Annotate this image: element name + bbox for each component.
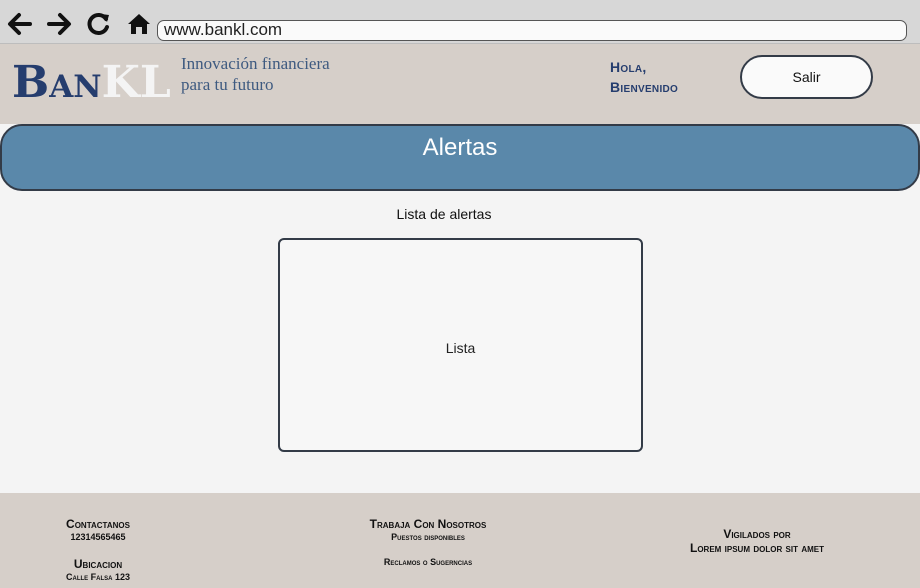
contact-phone[interactable]: 12314565465 xyxy=(48,531,148,543)
reload-icon[interactable] xyxy=(86,12,112,36)
work-heading[interactable]: Trabaja Con Nosotros xyxy=(338,518,518,531)
greeting-welcome: Bienvenido xyxy=(610,79,679,95)
greeting: Hola, Bienvenido xyxy=(610,57,678,97)
forward-arrow-icon[interactable] xyxy=(47,12,73,36)
alerts-list-heading: Lista de alertas xyxy=(396,206,492,222)
alerts-list-placeholder: Lista xyxy=(445,340,476,356)
location-heading: Ubicacion xyxy=(73,557,123,571)
location-address: Calle Falsa 123 xyxy=(65,572,130,582)
greeting-hello: Hola, xyxy=(610,59,647,75)
page-title-banner: Alertas xyxy=(0,124,920,191)
footer-work: Trabaja Con Nosotros Puestos disponibles xyxy=(338,518,518,543)
bankl-logo: BanKL xyxy=(12,57,171,108)
work-positions-link[interactable]: Puestos disponibles xyxy=(338,531,518,543)
site-footer: Contactanos 12314565465 Ubicacion Calle … xyxy=(0,493,920,588)
back-arrow-icon[interactable] xyxy=(6,12,32,36)
footer-supervised: Vigilados por Lorem ipsum dolor sit amet xyxy=(652,527,862,556)
alerts-list[interactable]: Lista xyxy=(278,238,643,452)
claims-link[interactable]: Reclamos o Sugerncias xyxy=(338,556,518,568)
supervised-heading: Vigilados por xyxy=(723,527,791,541)
tagline: Innovación financiera para tu futuro xyxy=(181,54,330,94)
footer-contact: Contactanos 12314565465 xyxy=(48,518,148,543)
home-icon[interactable] xyxy=(126,12,152,36)
address-bar[interactable]: www.bankl.com xyxy=(157,20,907,41)
supervised-text: Lorem ipsum dolor sit amet xyxy=(690,541,824,555)
footer-claims: Reclamos o Sugerncias xyxy=(338,556,518,568)
footer-location: Ubicacion Calle Falsa 123 xyxy=(48,558,148,583)
site-header: BanKL Innovación financiera para tu futu… xyxy=(0,44,920,124)
page-title: Alertas xyxy=(422,134,498,161)
contact-heading: Contactanos xyxy=(66,517,130,531)
browser-toolbar: www.bankl.com xyxy=(0,0,920,44)
logout-button[interactable]: Salir xyxy=(740,55,873,99)
